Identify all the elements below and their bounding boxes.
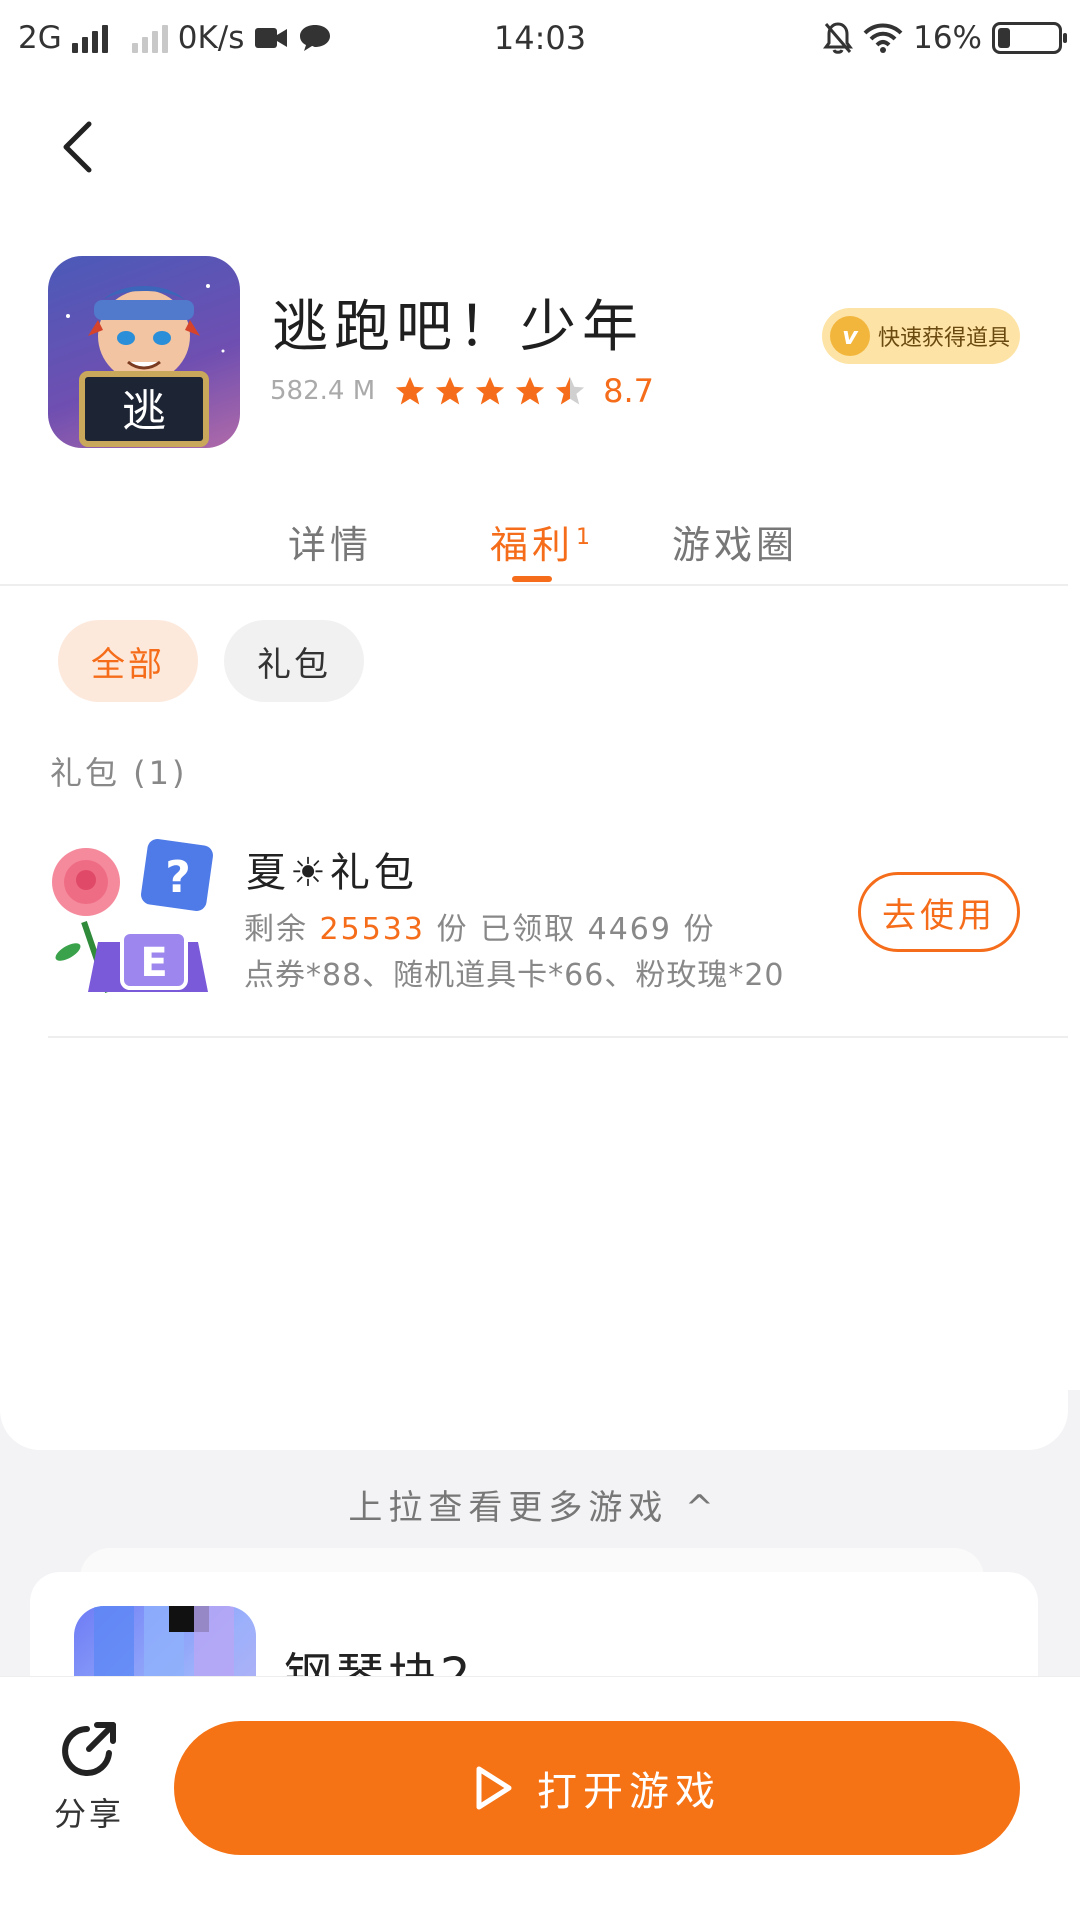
signal-icon-secondary: [131, 23, 168, 53]
filter-chip-all[interactable]: 全部: [58, 620, 198, 702]
star-icon: [395, 376, 425, 405]
tab-game-circle[interactable]: 游戏圈: [672, 514, 798, 569]
star-icon: [515, 376, 545, 405]
battery-percent: 16%: [913, 20, 982, 56]
tab-welfare[interactable]: 福利1: [490, 514, 594, 569]
network-type: 2G: [18, 20, 62, 56]
svg-text:逃: 逃: [122, 386, 166, 437]
rating-score: 8.7: [603, 372, 655, 410]
fast-get-items-badge[interactable]: v 快速获得道具: [822, 308, 1020, 364]
status-bar: 2G 0K/s 14:03 16%: [0, 0, 1080, 76]
star-icon: [435, 376, 465, 405]
network-speed: 0K/s: [177, 20, 245, 56]
gift-image: ? E: [48, 832, 214, 998]
gift-remaining-count: 25533: [319, 912, 425, 947]
use-gift-button[interactable]: 去使用: [858, 872, 1020, 952]
share-icon: [62, 1722, 116, 1776]
tab-bar: 详情 福利1 游戏圈: [0, 500, 1068, 586]
message-icon: [300, 25, 331, 51]
bottom-action-bar: 分享 打开游戏: [0, 1676, 1080, 1920]
content-card-bottom: [0, 1300, 1068, 1450]
back-button[interactable]: [52, 112, 102, 182]
signal-icon: [71, 23, 108, 53]
open-game-button[interactable]: 打开游戏: [174, 1721, 1020, 1855]
gift-item[interactable]: ? E 夏☀礼包 剩余 25533 份 已领取 4469 份 点券*88、随机道…: [48, 820, 1068, 1038]
tab-welfare-count: 1: [576, 525, 595, 551]
game-icon: 逃: [48, 256, 240, 448]
pull-up-hint[interactable]: 上拉查看更多游戏 ^: [0, 1480, 1068, 1529]
svg-text:E: E: [140, 940, 167, 986]
gift-content: 点券*88、随机道具卡*66、粉玫瑰*20: [244, 958, 785, 993]
game-meta: 582.4 M 8.7: [270, 372, 654, 410]
gift-stats: 剩余 25533 份 已领取 4469 份: [244, 912, 716, 947]
play-icon: [476, 1766, 512, 1810]
section-label: 礼包 (1): [50, 754, 188, 792]
active-tab-indicator: [512, 576, 552, 582]
badge-label: 快速获得道具: [878, 326, 1011, 351]
game-title: 逃跑吧！少年: [272, 295, 644, 360]
star-icon: [475, 376, 505, 405]
mute-bell-icon: [823, 22, 854, 54]
half-star-icon: [555, 376, 585, 405]
svg-text:?: ?: [165, 852, 191, 903]
gift-name: 夏☀礼包: [246, 850, 418, 896]
rating-stars: [393, 374, 587, 408]
filter-chip-gift[interactable]: 礼包: [224, 620, 364, 702]
wifi-icon: [863, 23, 903, 53]
video-icon: [255, 28, 288, 48]
tab-details[interactable]: 详情: [288, 514, 372, 569]
share-label: 分享: [53, 1795, 124, 1833]
game-size: 582.4 M: [270, 376, 376, 406]
battery-icon: [992, 22, 1067, 54]
chevron-left-icon: [63, 121, 92, 173]
share-button[interactable]: 分享: [44, 1719, 134, 1835]
v-badge-icon: v: [830, 316, 870, 356]
open-game-label: 打开游戏: [537, 1769, 721, 1815]
